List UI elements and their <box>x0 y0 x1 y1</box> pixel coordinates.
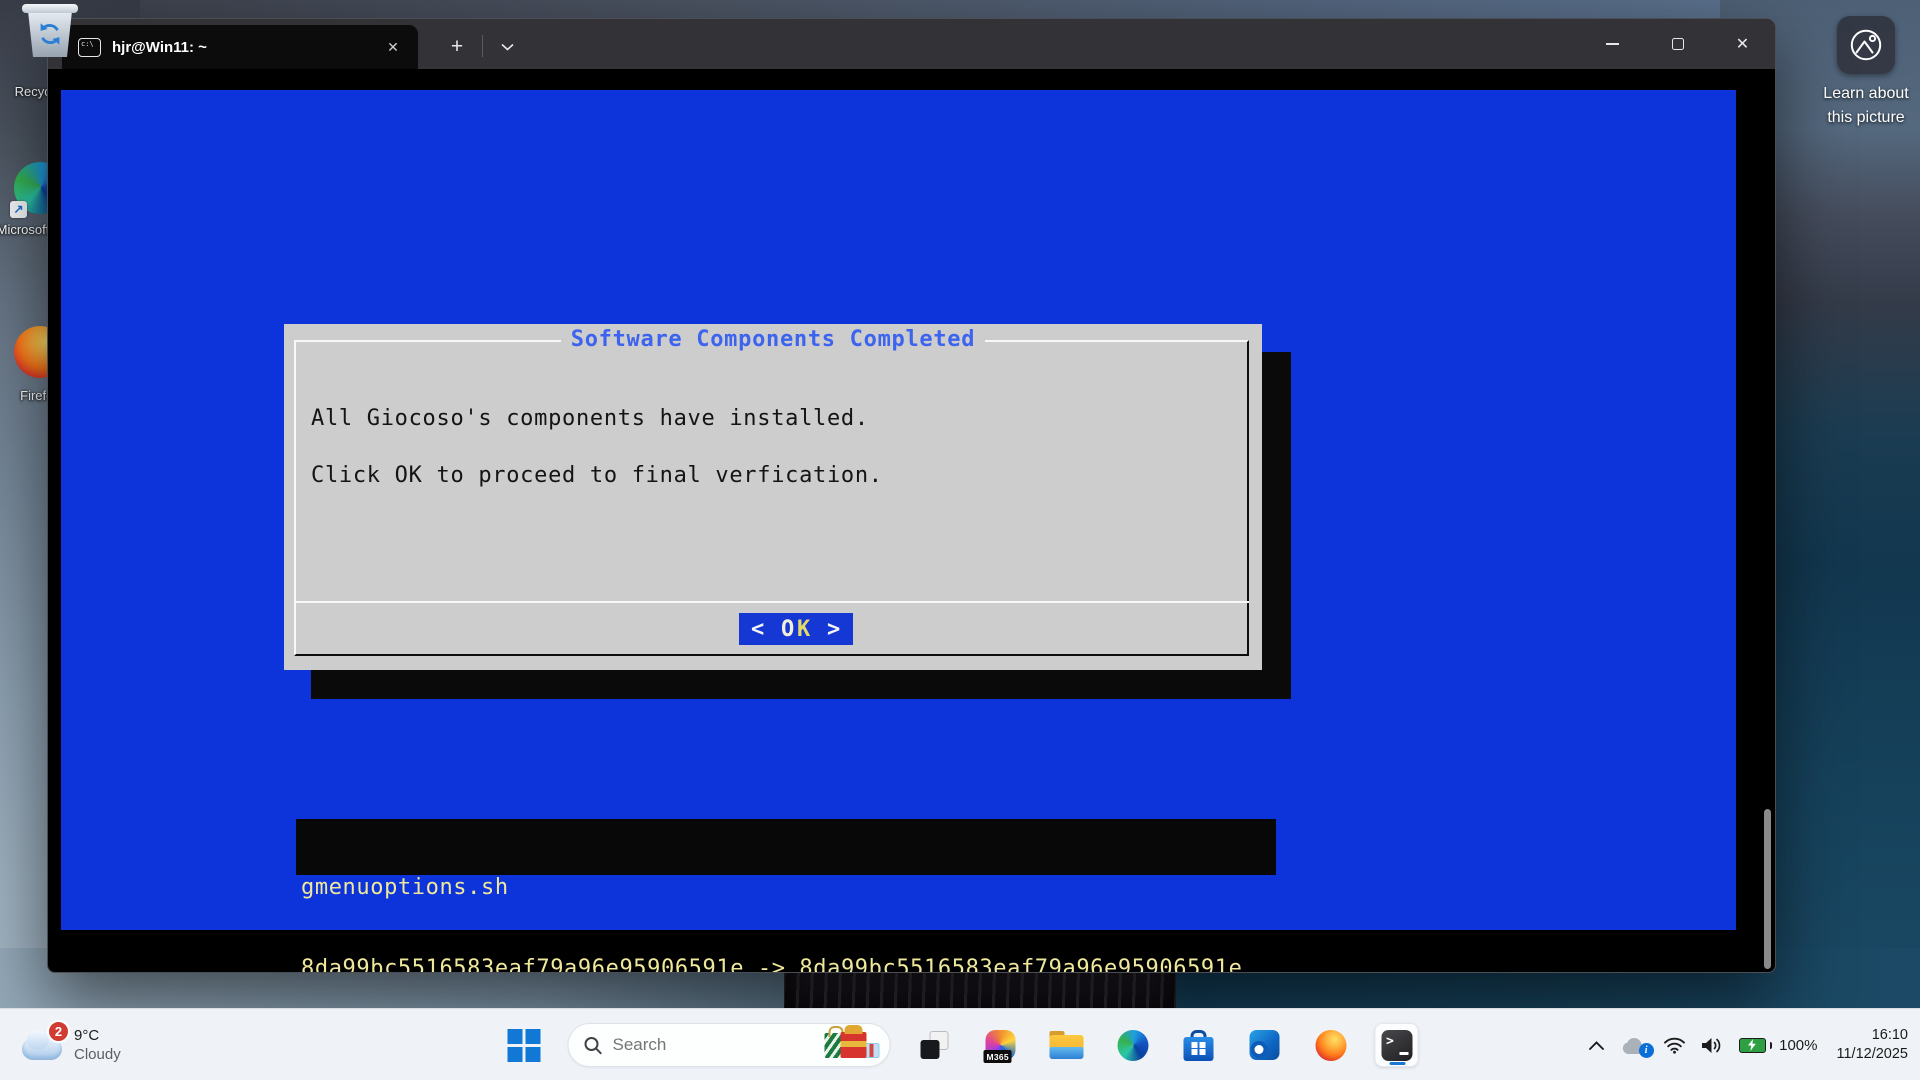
chevron-down-icon <box>501 43 514 51</box>
minimize-button[interactable] <box>1580 19 1645 69</box>
speaker-icon <box>1701 1037 1724 1054</box>
battery-icon <box>1739 1038 1766 1053</box>
file-explorer-icon <box>1050 1031 1084 1059</box>
terminal-icon: > <box>1381 1030 1412 1061</box>
dialog-message-line2: Click OK to proceed to final verfication… <box>311 463 883 488</box>
recycle-arrows-icon <box>35 19 65 49</box>
taskbar-app-m365[interactable]: M365 <box>979 1023 1023 1067</box>
learn-about-line1: Learn about <box>1806 82 1920 106</box>
minimize-icon <box>1606 43 1619 45</box>
wifi-icon <box>1663 1036 1686 1054</box>
shortcut-arrow-icon: ↗ <box>10 201 27 218</box>
tabbar-separator <box>482 35 483 57</box>
dialog-button-separator <box>294 601 1249 603</box>
clock[interactable]: 16:10 11/12/2025 <box>1837 1026 1909 1064</box>
recycle-bin-lid <box>22 4 78 13</box>
console-output: gmenuoptions.sh 8da99bc5516583eaf79a96e9… <box>296 819 1276 875</box>
m365-badge: M365 <box>984 1050 1012 1063</box>
weather-temp: 9°C <box>74 1027 121 1044</box>
tab-close-button[interactable]: ✕ <box>378 32 408 62</box>
dialog-title: Software Components Completed <box>284 327 1262 352</box>
terminal-window: c:\ hjr@Win11: ~ ✕ + ✕ <box>47 18 1776 973</box>
ok-label-k: K <box>797 617 811 642</box>
system-tray: i <box>1588 1009 1914 1080</box>
clock-date: 11/12/2025 <box>1837 1045 1909 1064</box>
microsoft-store-icon <box>1184 1030 1214 1061</box>
taskbar-app-terminal-active[interactable]: > <box>1375 1023 1419 1067</box>
learn-about-picture-widget[interactable]: Learn about this picture <box>1806 16 1920 130</box>
taskbar-app-edge[interactable] <box>1111 1023 1155 1067</box>
taskbar: 2 9°C Cloudy <box>0 1008 1920 1080</box>
holiday-gifts-icon <box>825 1032 880 1058</box>
new-tab-button[interactable]: + <box>440 31 474 63</box>
search-box[interactable] <box>568 1023 891 1067</box>
ok-button[interactable]: < O K > <box>739 613 853 645</box>
terminal-scrollbar[interactable] <box>1764 809 1771 969</box>
desktop-icon-recycle-bin[interactable] <box>22 4 78 57</box>
clock-time: 16:10 <box>1837 1026 1909 1045</box>
ok-label-o: O <box>781 617 795 642</box>
running-indicator <box>1390 1062 1406 1065</box>
task-view-button[interactable] <box>913 1023 957 1067</box>
taskbar-app-store[interactable] <box>1177 1023 1221 1067</box>
firefox-icon <box>1315 1030 1346 1061</box>
m365-copilot-icon: M365 <box>986 1030 1016 1060</box>
weather-widget[interactable]: 2 9°C Cloudy <box>10 1009 131 1080</box>
ok-right-bracket: > <box>827 617 841 642</box>
taskbar-app-firefox[interactable] <box>1309 1023 1353 1067</box>
window-close-button[interactable]: ✕ <box>1710 19 1775 69</box>
charging-bolt-icon <box>1747 1039 1757 1051</box>
chevron-up-icon <box>1588 1040 1605 1051</box>
picture-icon <box>1837 16 1895 74</box>
console-output-line2: 8da99bc5516583eaf79a96e95906591e -> 8da9… <box>301 955 1276 973</box>
terminal-tab[interactable]: c:\ hjr@Win11: ~ ✕ <box>62 25 418 69</box>
outlook-icon <box>1250 1030 1280 1060</box>
search-icon <box>584 1036 603 1055</box>
weather-condition: Cloudy <box>74 1046 121 1063</box>
maximize-button[interactable] <box>1645 19 1710 69</box>
taskbar-center: M365 <box>502 1009 1419 1080</box>
recycle-bin-icon <box>25 11 75 57</box>
start-button[interactable] <box>502 1023 546 1067</box>
maximize-icon <box>1672 38 1684 50</box>
cloud-icon: 2 <box>20 1028 64 1062</box>
info-badge: i <box>1639 1043 1654 1058</box>
tab-dropdown-button[interactable] <box>490 31 524 63</box>
learn-about-line2: this picture <box>1806 106 1920 130</box>
software-components-dialog: Software Components Completed All Giocos… <box>284 324 1262 670</box>
windows-logo-icon <box>507 1029 540 1062</box>
edge-icon <box>1117 1030 1148 1061</box>
search-input[interactable] <box>613 1035 815 1055</box>
title-bar[interactable]: c:\ hjr@Win11: ~ ✕ + ✕ <box>48 19 1775 69</box>
onedrive-tray-icon[interactable]: i <box>1620 1036 1648 1055</box>
volume-tray-icon[interactable] <box>1701 1037 1724 1054</box>
wifi-tray-icon[interactable] <box>1663 1036 1686 1054</box>
taskbar-app-outlook[interactable] <box>1243 1023 1287 1067</box>
taskbar-app-file-explorer[interactable] <box>1045 1023 1089 1067</box>
tab-title: hjr@Win11: ~ <box>112 39 378 56</box>
dialog-border <box>294 340 1249 656</box>
battery-percent: 100% <box>1779 1037 1817 1054</box>
notification-badge: 2 <box>47 1020 70 1043</box>
tray-overflow-button[interactable] <box>1588 1040 1605 1051</box>
dialog-message-line1: All Giocoso's components have installed. <box>311 406 869 431</box>
console-output-line1: gmenuoptions.sh <box>301 874 1276 901</box>
ok-left-bracket: < <box>751 617 765 642</box>
battery-tray-item[interactable]: 100% <box>1739 1037 1818 1054</box>
command-prompt-icon: c:\ <box>78 38 101 57</box>
desktop: Recycle Bin ↗ Microsoft Edge Firefox Lea… <box>0 0 1920 1080</box>
